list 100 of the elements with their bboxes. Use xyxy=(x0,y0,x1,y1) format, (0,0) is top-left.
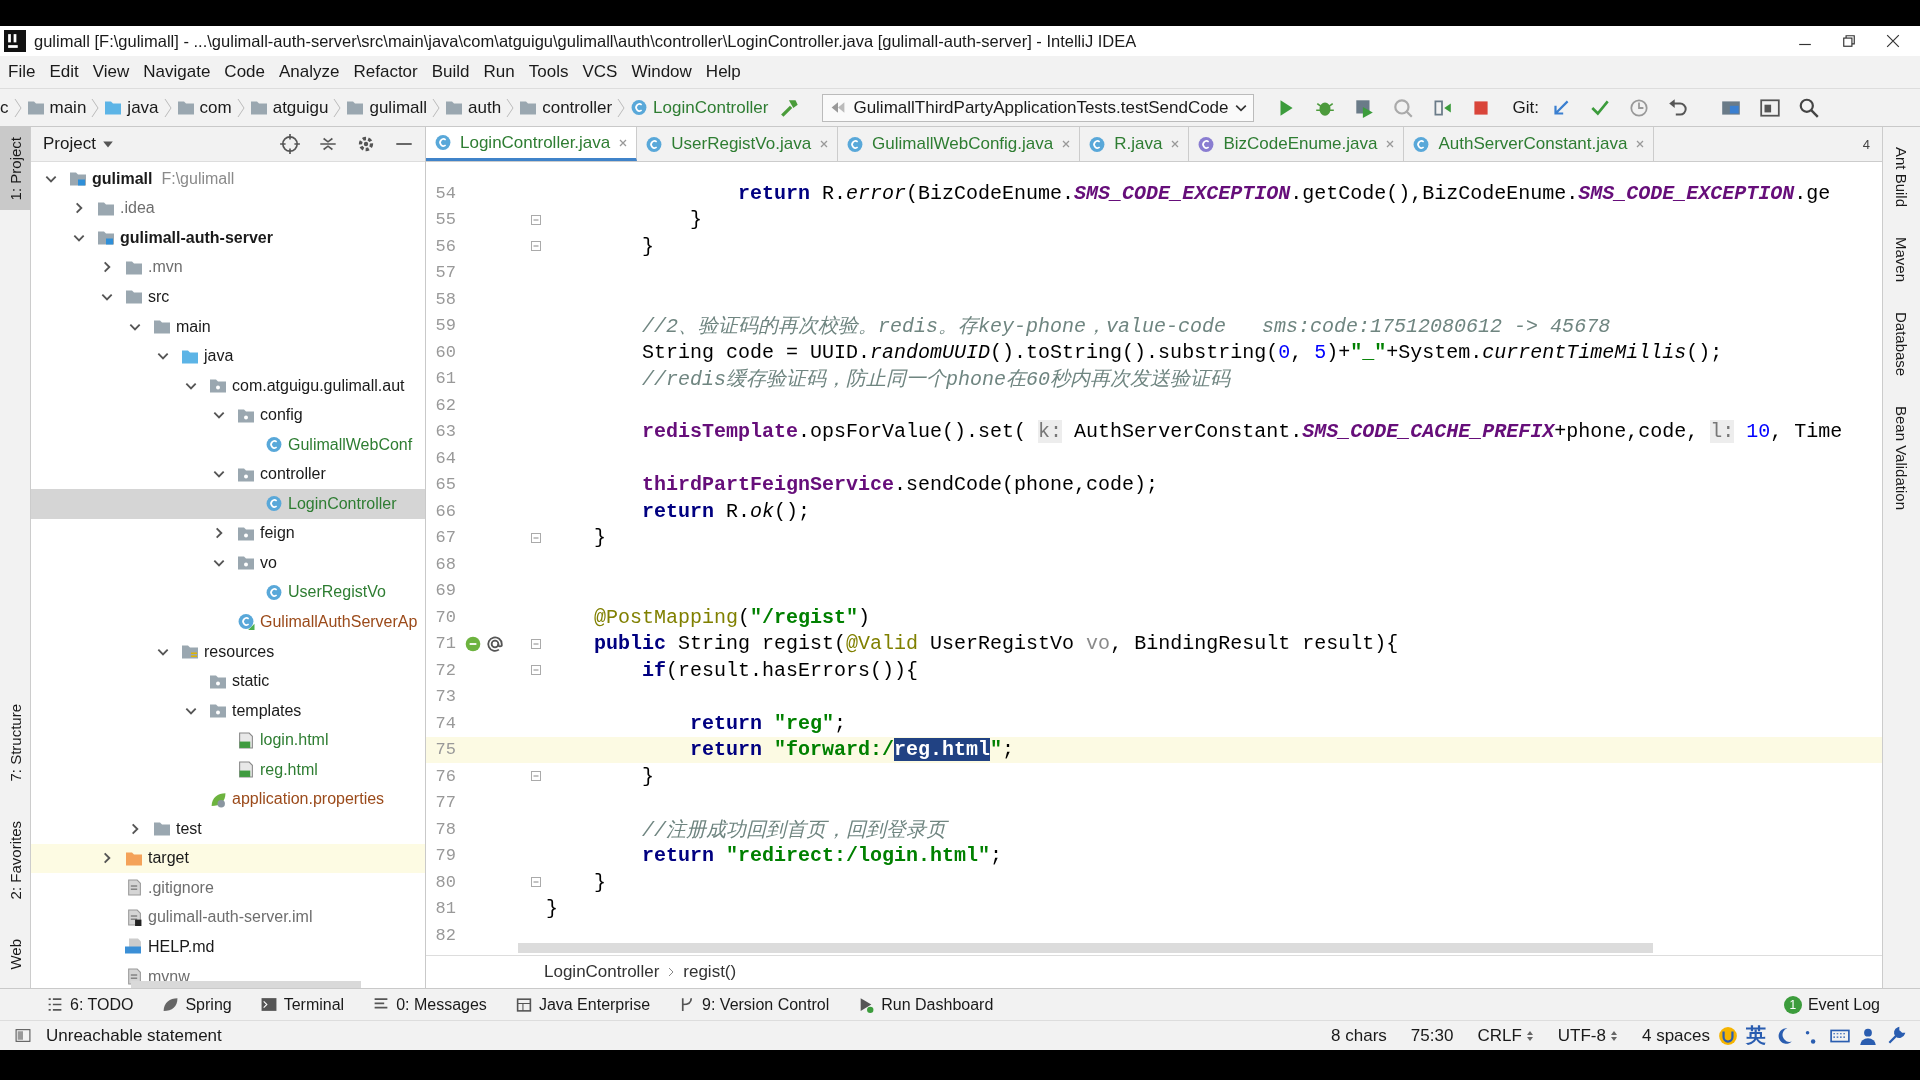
tree-row[interactable]: HELP.md xyxy=(31,932,425,962)
tree-row[interactable]: config xyxy=(31,400,425,430)
menu-item[interactable]: Navigate xyxy=(137,58,217,86)
event-log-button[interactable]: 1 Event Log xyxy=(1783,995,1920,1014)
fold-marker-icon[interactable] xyxy=(530,876,542,889)
tree-row[interactable]: feign xyxy=(31,518,425,549)
tool-window-button[interactable]: Java Enterprise xyxy=(514,995,651,1014)
tree-row[interactable]: gulimall F:\gulimall xyxy=(31,164,425,194)
breadcrumb-item[interactable]: LoginController xyxy=(544,962,660,982)
nav-crumb[interactable]: com xyxy=(176,97,232,118)
fold-marker-icon[interactable] xyxy=(530,637,542,650)
tree-row[interactable]: login.html xyxy=(31,725,425,755)
tree-row[interactable]: templates xyxy=(31,695,425,726)
tree-row[interactable]: .gitignore xyxy=(31,873,425,903)
tool-window-button[interactable]: Spring xyxy=(161,995,232,1014)
tree-row[interactable]: GulimallAuthServerAp xyxy=(31,607,425,637)
tree-row[interactable]: com.atguigu.gulimall.aut xyxy=(31,370,425,401)
undo-icon[interactable] xyxy=(1667,96,1689,119)
tool-window-button[interactable]: Run Dashboard xyxy=(857,995,994,1014)
fold-marker-icon[interactable] xyxy=(530,531,542,544)
tree-row[interactable]: gulimall-auth-server xyxy=(31,223,425,253)
locate-icon[interactable] xyxy=(279,133,301,155)
tool-window-button[interactable]: 0: Messages xyxy=(372,995,487,1014)
tree-row[interactable]: java xyxy=(31,341,425,371)
breadcrumb-item[interactable]: regist() xyxy=(683,962,737,982)
tool-window-button[interactable]: Terminal xyxy=(259,995,345,1014)
panel-title-dropdown[interactable]: Project xyxy=(43,134,114,154)
mapping-at-icon[interactable] xyxy=(486,634,504,653)
tree-row[interactable]: application.properties xyxy=(31,784,425,815)
nav-crumb[interactable]: LoginController xyxy=(630,97,769,118)
fold-marker-icon[interactable] xyxy=(530,770,542,783)
menu-item[interactable]: Build xyxy=(425,58,476,86)
menu-item[interactable]: Analyze xyxy=(273,58,346,86)
tree-row[interactable]: main xyxy=(31,311,425,342)
fold-marker-icon[interactable] xyxy=(530,213,542,226)
menu-item[interactable]: Edit xyxy=(43,58,85,86)
panel-toggle-icon[interactable] xyxy=(14,1027,32,1044)
tree-row[interactable]: static xyxy=(31,666,425,696)
wrench-icon[interactable] xyxy=(1886,1025,1906,1046)
tree-row[interactable]: LoginController xyxy=(31,489,425,519)
tree-row[interactable]: test xyxy=(31,814,425,844)
tree-row[interactable]: UserRegistVo xyxy=(31,577,425,608)
fold-marker-icon[interactable] xyxy=(530,664,542,677)
tool-window-tab[interactable]: 2: Favorites xyxy=(0,811,30,910)
tool-window-tab[interactable]: Bean Validation xyxy=(1893,406,1910,515)
tree-row[interactable]: vo xyxy=(31,548,425,578)
menu-item[interactable]: Code xyxy=(218,58,271,86)
tree-row[interactable]: src xyxy=(31,282,425,312)
menu-item[interactable]: View xyxy=(86,58,136,86)
tab-overflow-count[interactable]: 4 xyxy=(1862,136,1882,152)
editor-tab[interactable]: R.java xyxy=(1080,127,1190,161)
menu-item[interactable]: Refactor xyxy=(347,58,424,86)
tree-row[interactable]: target xyxy=(31,843,425,874)
status-item[interactable]: 8 chars xyxy=(1331,1025,1387,1046)
tool-window-tab[interactable]: Maven xyxy=(1893,237,1910,287)
fold-marker-icon[interactable] xyxy=(530,240,542,253)
nav-crumb[interactable]: c xyxy=(0,97,9,118)
tool-window-button[interactable]: 9: Version Control xyxy=(678,995,830,1014)
ime-logo-icon[interactable] xyxy=(1718,1025,1738,1046)
search-icon[interactable] xyxy=(1798,96,1820,119)
window-icon[interactable] xyxy=(1759,96,1781,119)
tree-row[interactable]: .idea xyxy=(31,193,425,224)
tree-row[interactable]: resources xyxy=(31,636,425,667)
tool-window-tab[interactable]: 1: Project xyxy=(0,127,30,211)
run-config-dropdown[interactable]: GulimallThirdPartyApplicationTests.testSendCode xyxy=(822,93,1254,122)
menu-item[interactable]: File xyxy=(2,58,42,86)
menu-item[interactable]: Tools xyxy=(522,58,575,86)
tool-window-button[interactable]: 6: TODO xyxy=(46,995,134,1014)
editor-tab[interactable]: BizCodeEnume.java xyxy=(1189,127,1405,161)
status-item[interactable]: 75:30 xyxy=(1410,1025,1454,1046)
tool-window-tab[interactable]: Database xyxy=(1893,312,1910,381)
editor-tab[interactable]: GulimallWebConfig.java xyxy=(838,127,1081,161)
scrollbar[interactable] xyxy=(518,943,1653,953)
tool-window-tab[interactable]: Web xyxy=(0,929,30,980)
menu-item[interactable]: Run xyxy=(477,58,521,86)
nav-crumb[interactable]: java xyxy=(104,97,159,118)
status-item[interactable]: 4 spaces xyxy=(1641,1025,1710,1046)
tree-row[interactable]: GulimallWebConf xyxy=(31,429,425,460)
tree-row[interactable]: gulimall-auth-server.iml xyxy=(31,902,425,933)
menu-item[interactable]: VCS xyxy=(576,58,624,86)
tool-window-tab[interactable]: Ant Build xyxy=(1893,147,1910,212)
nav-crumb[interactable]: main xyxy=(26,97,87,118)
tool-window-tab[interactable]: 7: Structure xyxy=(0,693,30,792)
menu-item[interactable]: Window xyxy=(625,58,698,86)
editor-tab[interactable]: AuthServerConstant.java xyxy=(1404,127,1655,161)
menu-item[interactable]: Help xyxy=(699,58,747,86)
editor-tab[interactable]: UserRegistVo.java xyxy=(637,127,839,161)
tree-row[interactable]: .mvn xyxy=(31,252,425,283)
tree-row[interactable]: reg.html xyxy=(31,754,425,785)
editor-tab[interactable]: LoginController.java xyxy=(426,127,638,161)
status-item[interactable]: UTF-8 xyxy=(1557,1025,1618,1046)
nav-crumb[interactable]: atguigu xyxy=(249,97,329,118)
tree-row[interactable]: controller xyxy=(31,459,425,489)
close-icon[interactable] xyxy=(1886,34,1900,48)
restore-icon[interactable] xyxy=(1842,34,1856,48)
nav-crumb[interactable]: controller xyxy=(519,97,613,118)
scrollbar[interactable] xyxy=(131,981,361,988)
nav-crumb[interactable]: auth xyxy=(445,97,502,118)
status-item[interactable]: CRLF xyxy=(1477,1025,1534,1046)
ime-language[interactable]: 英 xyxy=(1746,1022,1766,1049)
